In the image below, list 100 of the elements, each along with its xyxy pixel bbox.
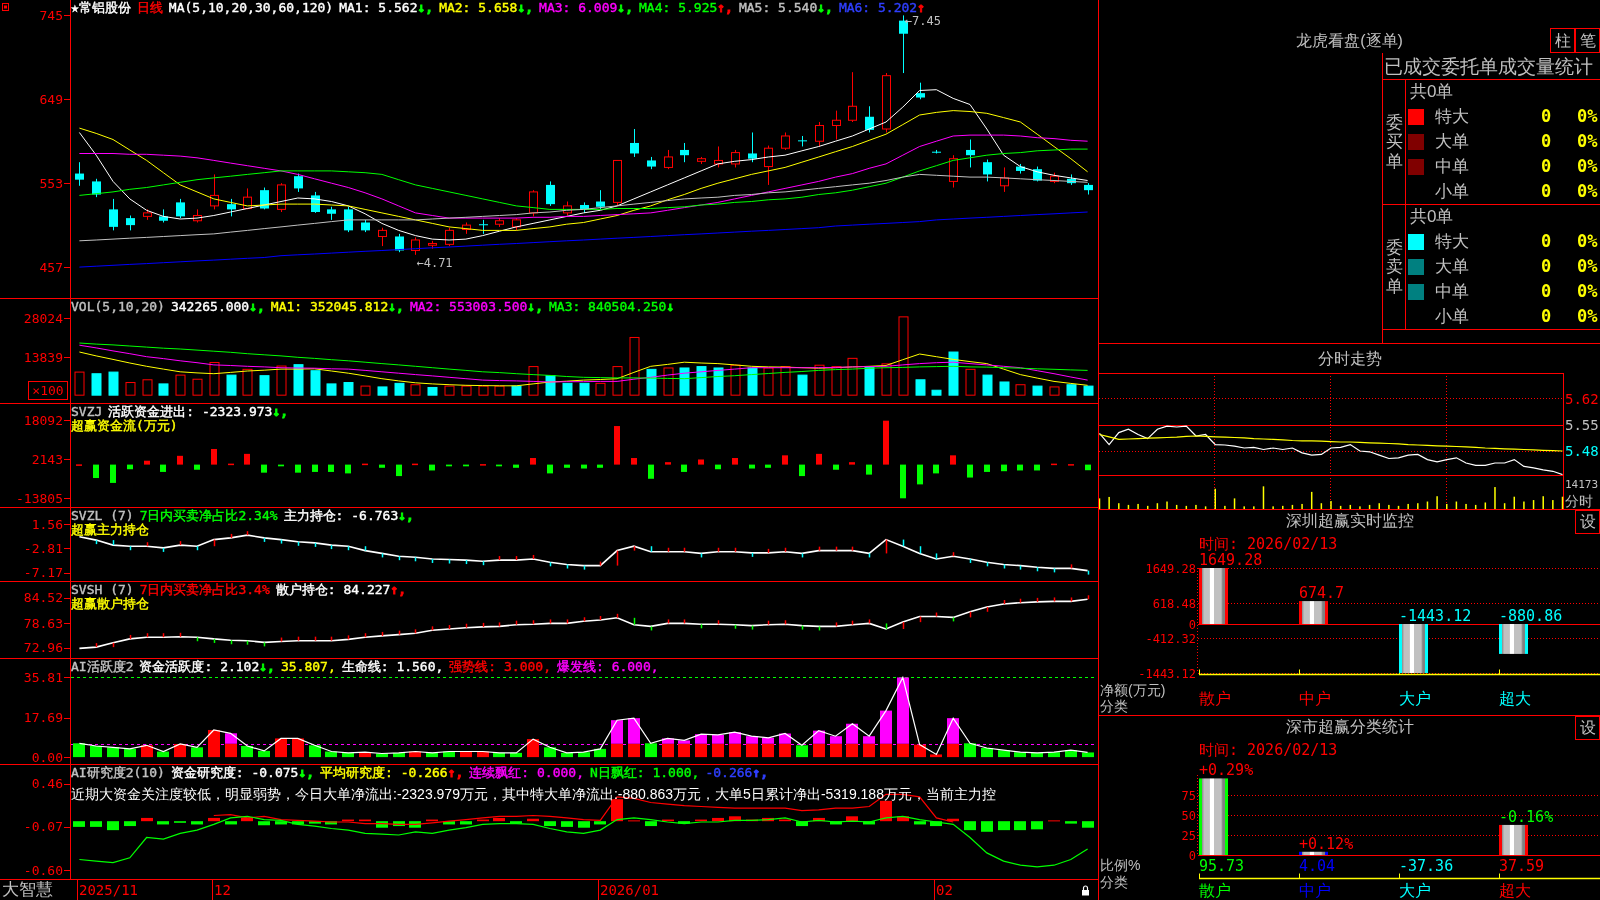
change-label: -0.16% (1499, 807, 1554, 826)
volume-caption: 分时 (1565, 493, 1593, 509)
legend-text: 超赢主力持仓 (71, 523, 149, 537)
legend-text: AI活跃度2 (71, 660, 134, 674)
category-label: 大户 (1399, 690, 1431, 707)
axis-tick-label: 84.52 (23, 590, 63, 606)
legend-text: MA4: 5.925 (639, 1, 718, 15)
brand-logo-text: 大智慧 (2, 880, 53, 900)
trend-arrow: ↓, (388, 300, 404, 314)
axis-tick-label: 28024 (23, 310, 63, 326)
legend-text: SVSH (7) (71, 583, 134, 597)
legend-text: MA1: 5.562 (339, 1, 418, 15)
axis-tick-label: -2.81 (23, 541, 63, 556)
order-size-label: 特大 (1435, 107, 1469, 127)
legend-text: 平均研究度: -0.266 (320, 766, 448, 780)
axis-tick-label: 553 (39, 175, 63, 191)
legend-text: SVZJ (71, 405, 103, 419)
trend-arrow: ↓ (666, 300, 675, 314)
order-size-label: 中单 (1435, 281, 1469, 301)
axis-tick-label: -1443.12 (1138, 666, 1196, 681)
legend-text: 日线 (136, 1, 163, 15)
legend-text: -0.266 (705, 766, 753, 780)
trend-arrow: ↓, (517, 1, 534, 15)
legend-text: AI研究度2(10) (71, 766, 165, 780)
trend-arrow: ↓, (617, 1, 633, 15)
axis-tick-label: 1649.28 (1145, 561, 1196, 576)
order-count: 0 (1541, 106, 1552, 127)
value-label: 4.04 (1299, 857, 1336, 875)
order-size-label: 特大 (1435, 232, 1469, 252)
legend-text: MA(5,10,20,30,60,120) (168, 1, 334, 15)
trend-arrow: ↑, (447, 766, 464, 780)
axis-tick-label: 35.81 (23, 669, 63, 685)
value-label: 95.73 (1199, 857, 1245, 875)
axis-tick-label: 78.63 (23, 615, 63, 631)
legend-text: SVZL (7) (71, 509, 134, 523)
trend-arrow: ↓, (298, 766, 315, 780)
legend-text: 资金研究度: -0.075 (170, 766, 299, 780)
axis-tick-label: 5.55 (1565, 416, 1599, 433)
vertical-label: 委卖单 (1385, 237, 1403, 297)
order-count: 0 (1541, 305, 1552, 326)
axis-tick-label: 75 (1181, 788, 1196, 803)
change-label: +0.29% (1199, 761, 1254, 780)
axis-tick-label: 745 (39, 7, 63, 23)
legend-text: 资金活跃度: 2.102 (139, 660, 260, 674)
axis-title: 分类 (1100, 874, 1128, 890)
legend-text: 35.807, (280, 660, 336, 674)
legend-text: N日飘红: 1.000, (590, 766, 700, 780)
date-axis-label: 12 (212, 880, 231, 900)
axis-tick-label: 25 (1181, 828, 1196, 843)
order-size-label: 大单 (1435, 257, 1469, 276)
order-count: 0 (1541, 256, 1552, 276)
value-label: -880.86 (1499, 607, 1563, 625)
value-label: 37.59 (1499, 857, 1545, 875)
legend-text: MA2: 5.658 (439, 1, 518, 15)
axis-tick-label: -7.17 (23, 565, 63, 581)
order-share: 0% (1577, 180, 1598, 201)
value-label: 1649.28 (1199, 551, 1263, 569)
category-label: 超大 (1499, 690, 1531, 707)
trend-arrow: ↓, (527, 300, 543, 314)
order-share: 0% (1577, 231, 1598, 252)
legend-text: 强势线: 3.000, (449, 660, 551, 674)
legend-text: 342265.000 (170, 300, 250, 314)
trend-arrow: ↑ (917, 1, 925, 15)
legend-text: 主力持仓: -6.763 (283, 509, 399, 523)
trend-arrow: ↓, (398, 509, 414, 523)
category-label: 超大 (1499, 882, 1531, 899)
order-share: 0% (1577, 305, 1598, 326)
trend-arrow: ↓, (272, 405, 289, 419)
chart-subtitle: 时间: 2026/02/13 (1199, 741, 1338, 759)
price-annotation: ←4.71 (416, 255, 453, 270)
category-label: 散户 (1199, 882, 1231, 899)
category-label: 散户 (1199, 690, 1231, 707)
order-share: 0% (1577, 106, 1598, 127)
order-count: 0 (1541, 280, 1552, 301)
date-axis-label: 2026/01 (598, 880, 659, 900)
trend-arrow: ↑, (752, 766, 769, 780)
order-count: 0 (1541, 231, 1552, 252)
axis-tick-label: 0.00 (31, 749, 63, 764)
axis-tick-label: 2143 (31, 451, 63, 467)
change-label: +0.12% (1299, 834, 1354, 853)
category-label: 中户 (1299, 882, 1331, 899)
legend-text: 7日内买卖净占比3.4% (139, 583, 270, 597)
legend-text: MA2: 553003.500 (409, 300, 528, 314)
trend-arrow: ↑, (717, 1, 733, 15)
order-size-label: 中单 (1435, 156, 1469, 176)
legend-text: 连续飘红: 0.000, (469, 766, 584, 780)
unit-label: ×100 (28, 381, 68, 400)
axis-tick-label: 5.62 (1565, 390, 1599, 407)
order-size-label: 小单 (1435, 181, 1469, 201)
panel-title: 分时走势 (1317, 348, 1382, 369)
legend-text: 超赢散户持仓 (71, 597, 149, 611)
date-axis-label: 02 (934, 880, 953, 900)
legend-text: MA1: 352045.812 (270, 300, 389, 314)
axis-tick-label: 72.96 (23, 640, 63, 656)
axis-tick-label: 5.48 (1565, 443, 1599, 459)
order-count: 0 (1541, 131, 1552, 151)
chart-subtitle: 时间: 2026/02/13 (1199, 535, 1338, 553)
table-title: 已成交委托单成交量统计 (1383, 53, 1600, 80)
order-count: 0 (1541, 180, 1552, 201)
trend-arrow: ↓, (259, 660, 275, 674)
